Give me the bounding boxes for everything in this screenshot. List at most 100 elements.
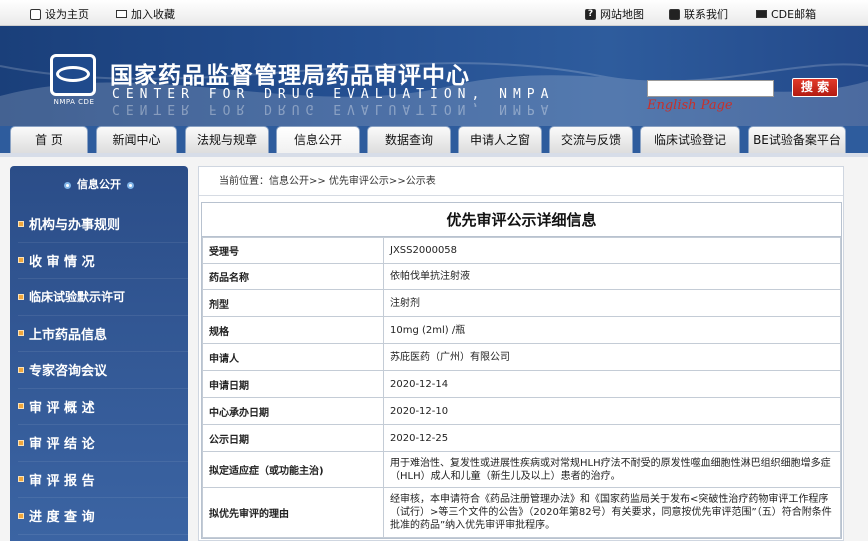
detail-panel: 优先审评公示详细信息 受理号 JXSS2000058 药品名称 依帕伐单抗注射液 剂…	[201, 202, 842, 539]
square-bullet-icon	[18, 293, 24, 300]
site-map-link[interactable]: ? 网站地图	[585, 6, 644, 22]
table-row: 受理号 JXSS2000058	[202, 237, 841, 264]
breadcrumb: 当前位置：信息公开>> 优先审评公示>>公示表	[199, 167, 843, 196]
tab-data-query[interactable]: 数据查询	[367, 126, 451, 154]
tab-clinical-trial-registry[interactable]: 临床试验登记	[640, 126, 740, 154]
contact-icon	[669, 8, 680, 20]
site-title-en: CENTER FOR DRUG EVALUATION, NMPA	[112, 87, 555, 102]
sidebar-header: 信息公开	[10, 174, 188, 196]
sidebar-item-label: 临床试验默示许可	[29, 290, 126, 305]
add-favorite-link[interactable]: 加入收藏	[116, 6, 175, 22]
table-row: 拟优先审评的理由 经审核，本申请符合《药品注册管理办法》和《国家药监局关于发布<突…	[202, 487, 841, 538]
tab-feedback[interactable]: 交流与反馈	[549, 126, 633, 154]
square-bullet-icon	[18, 403, 24, 410]
sidebar-item-progress-query[interactable]: 进 度 查 询	[18, 498, 188, 535]
detail-title: 优先审评公示详细信息	[202, 203, 841, 237]
help-icon: ?	[585, 8, 596, 20]
field-value: 2020-12-10	[383, 397, 841, 425]
sidebar-item-label: 审 评 结 论	[29, 437, 95, 453]
square-bullet-icon	[18, 257, 24, 264]
sidebar-item-clinical-trial-approval[interactable]: 临床试验默示许可	[18, 279, 188, 316]
add-favorite-label: 加入收藏	[131, 8, 175, 21]
tab-info-disclosure[interactable]: 信息公开	[276, 126, 360, 154]
table-row: 公示日期 2020-12-25	[202, 424, 841, 452]
logo-emblem-icon	[56, 66, 90, 82]
cde-mail-link[interactable]: CDE邮箱	[756, 6, 816, 22]
site-title-cn: 国家药品监督管理局药品审评中心	[110, 63, 470, 89]
field-label: 公示日期	[202, 424, 384, 452]
tab-applicant-window[interactable]: 申请人之窗	[458, 126, 542, 154]
table-row: 剂型 注射剂	[202, 289, 841, 317]
nav-divider	[0, 153, 868, 157]
contact-link[interactable]: 联系我们	[669, 6, 728, 22]
sidebar-title: 信息公开	[77, 178, 121, 191]
set-home-link[interactable]: 设为主页	[30, 6, 89, 22]
mail-icon	[756, 10, 767, 18]
contact-label: 联系我们	[684, 8, 728, 21]
sidebar-item-label: 审 评 概 述	[29, 400, 95, 416]
logo-caption: NMPA CDE	[53, 98, 95, 106]
bullet-icon	[127, 181, 134, 189]
home-icon	[30, 8, 41, 20]
sidebar-item-institution-rules[interactable]: 机构与办事规则	[18, 206, 188, 243]
field-value: 用于难治性、复发性或进展性疾病或对常规HLH疗法不耐受的原发性噬血细胞性淋巴组织…	[383, 451, 841, 488]
main-nav: 首 页 新闻中心 法规与规章 信息公开 数据查询 申请人之窗 交流与反馈 临床试…	[0, 126, 868, 154]
tab-home[interactable]: 首 页	[10, 126, 88, 154]
search-button[interactable]: 搜 索	[792, 78, 838, 97]
tab-be-trial-filing[interactable]: BE试验备案平台	[748, 126, 846, 154]
square-bullet-icon	[18, 366, 24, 373]
field-value: 2020-12-25	[383, 424, 841, 452]
field-value: 10mg (2ml) /瓶	[383, 316, 841, 344]
bullet-icon	[64, 181, 71, 189]
sidebar: 信息公开 机构与办事规则 收 审 情 况 临床试验默示许可 上市药品信息 专家咨…	[10, 166, 188, 541]
cde-mail-label: CDE邮箱	[771, 8, 817, 21]
detail-table: 受理号 JXSS2000058 药品名称 依帕伐单抗注射液 剂型 注射剂 规格 10mg…	[202, 237, 841, 538]
field-value: JXSS2000058	[383, 237, 841, 264]
table-row: 申请人 苏庇医药（广州）有限公司	[202, 343, 841, 371]
square-bullet-icon	[18, 512, 24, 519]
favorite-icon	[116, 10, 127, 18]
table-row: 申请日期 2020-12-14	[202, 370, 841, 398]
field-label: 中心承办日期	[202, 397, 384, 425]
square-bullet-icon	[18, 476, 24, 483]
search-input[interactable]	[647, 80, 774, 97]
square-bullet-icon	[18, 330, 24, 337]
sidebar-item-acceptance-status[interactable]: 收 审 情 况	[18, 243, 188, 279]
table-row: 中心承办日期 2020-12-10	[202, 397, 841, 425]
sidebar-item-expert-meetings[interactable]: 专家咨询会议	[18, 352, 188, 389]
field-label: 申请人	[202, 343, 384, 371]
site-header: NMPA CDE 国家药品监督管理局药品审评中心 CENTER FOR DRUG…	[0, 26, 868, 126]
sidebar-item-label: 进 度 查 询	[29, 510, 95, 526]
sidebar-item-review-overview[interactable]: 审 评 概 述	[18, 389, 188, 425]
field-value: 苏庇医药（广州）有限公司	[383, 343, 841, 371]
sidebar-item-review-report[interactable]: 审 评 报 告	[18, 462, 188, 498]
field-label: 申请日期	[202, 370, 384, 398]
site-title-en-reflection: CENTER FOR DRUG EVALUATION, NMPA	[112, 101, 555, 116]
field-label: 剂型	[202, 289, 384, 317]
field-value: 注射剂	[383, 289, 841, 317]
sidebar-item-review-conclusion[interactable]: 审 评 结 论	[18, 425, 188, 462]
main-content: 当前位置：信息公开>> 优先审评公示>>公示表 优先审评公示详细信息 受理号 JX…	[198, 166, 844, 541]
field-value: 经审核，本申请符合《药品注册管理办法》和《国家药监局关于发布<突破性治疗药物审评…	[383, 487, 841, 538]
set-home-label: 设为主页	[45, 8, 89, 21]
table-row: 药品名称 依帕伐单抗注射液	[202, 263, 841, 290]
field-label: 药品名称	[202, 263, 384, 290]
english-page-link[interactable]: English Page	[647, 98, 733, 113]
square-bullet-icon	[18, 439, 24, 446]
sidebar-item-label: 上市药品信息	[29, 327, 108, 343]
field-label: 规格	[202, 316, 384, 344]
field-value: 2020-12-14	[383, 370, 841, 398]
square-bullet-icon	[18, 220, 24, 227]
field-label: 拟定适应症（或功能主治)	[202, 451, 384, 488]
field-value: 依帕伐单抗注射液	[383, 263, 841, 290]
sidebar-item-marketed-drugs[interactable]: 上市药品信息	[18, 316, 188, 352]
tab-regulations[interactable]: 法规与规章	[185, 126, 269, 154]
sidebar-item-label: 审 评 报 告	[29, 473, 95, 489]
sidebar-item-label: 专家咨询会议	[29, 364, 108, 380]
site-map-label: 网站地图	[600, 8, 644, 21]
tab-news[interactable]: 新闻中心	[96, 126, 177, 154]
top-bar: 设为主页 加入收藏 ? 网站地图 联系我们 CDE邮箱	[0, 0, 868, 26]
nmpa-logo[interactable]: NMPA CDE	[48, 52, 100, 112]
field-label: 拟优先审评的理由	[202, 487, 384, 538]
sidebar-item-label: 机构与办事规则	[29, 218, 121, 234]
